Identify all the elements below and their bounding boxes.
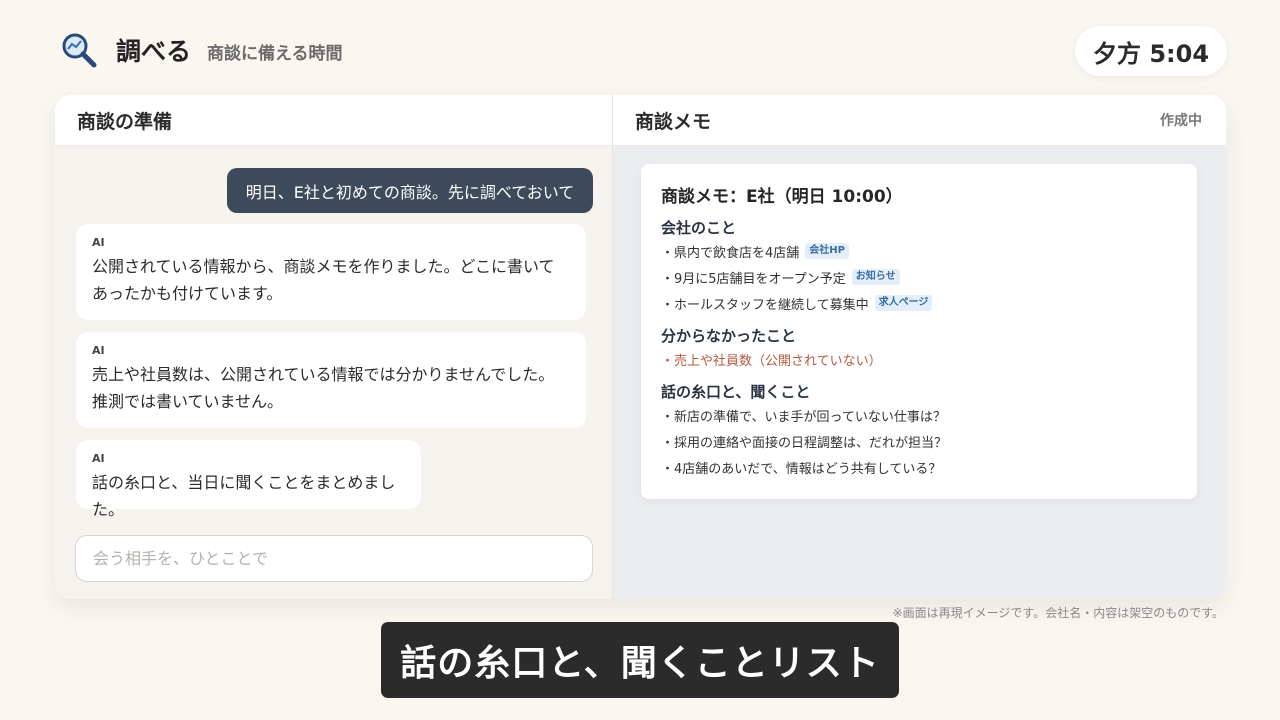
memo-item: ・9月に5店舗目をオープン予定 お知らせ — [661, 264, 1177, 290]
memo-item-text: ・県内で飲食店を4店舗 — [661, 245, 800, 261]
memo-section-heading: 分からなかったこと — [661, 326, 797, 345]
memo-section-heading: 会社のこと — [661, 218, 737, 237]
disclaimer: ※画面は再現イメージです。会社名・内容は架空のものです。 — [892, 606, 1224, 620]
memo-item: ・県内で飲食店を4店舗 会社HP — [661, 238, 1177, 264]
memo-item-text: ・9月に5店舗目をオープン予定 — [661, 271, 846, 287]
memo-status: 作成中 — [1160, 113, 1202, 129]
user-message: 明日、E社と初めての商談。先に調べておいて — [227, 168, 593, 213]
main-card: 商談の準備 明日、E社と初めての商談。先に調べておいて AI 公開されている情報… — [55, 95, 1226, 599]
chat-input[interactable] — [75, 535, 593, 582]
chat-pane-header: 商談の準備 — [55, 95, 612, 146]
ai-message-text: 売上や社員数は、公開されている情報では分かりませんでした。推測では書いていません… — [92, 365, 555, 411]
app-title: 調べる — [116, 37, 192, 66]
memo-section-heading: 話の糸口と、聞くこと — [661, 382, 811, 401]
memo-title: 商談メモ：E社（明日 10:00） — [661, 186, 903, 207]
chat-pane: 商談の準備 明日、E社と初めての商談。先に調べておいて AI 公開されている情報… — [55, 95, 613, 599]
search-chart-icon — [60, 31, 98, 69]
caption-banner: 話の糸口と、聞くことリスト — [381, 622, 899, 698]
source-link[interactable]: 求人ページ — [874, 295, 933, 311]
memo-document: 商談メモ：E社（明日 10:00） 会社のこと ・県内で飲食店を4店舗 会社HP… — [641, 164, 1197, 499]
memo-item-text: ・ホールスタッフを継続して募集中 — [661, 297, 869, 313]
app-subtitle: 商談に備える時間 — [207, 44, 343, 64]
ai-label: AI — [92, 452, 105, 465]
ai-label: AI — [92, 236, 105, 249]
memo-pane-title: 商談メモ — [635, 110, 712, 133]
clock: 夕方 5:04 — [1075, 26, 1227, 76]
chat-pane-title: 商談の準備 — [77, 110, 173, 133]
memo-item: ・4店舗のあいだで、情報はどう共有している？ — [661, 454, 1177, 480]
source-link[interactable]: 会社HP — [805, 243, 849, 259]
memo-item-text: ・新店の準備で、いま手が回っていない仕事は？ — [661, 409, 946, 425]
app-header: 調べる 商談に備える時間 — [60, 30, 343, 70]
ai-label: AI — [92, 344, 105, 357]
memo-item: ・ホールスタッフを継続して募集中 求人ページ — [661, 290, 1177, 316]
memo-item: ・売上や社員数（公開されていない） — [661, 346, 1177, 372]
memo-item-text: ・売上や社員数（公開されていない） — [661, 353, 882, 369]
ai-message: AI 話の糸口と、当日に聞くことをまとめました。 — [76, 440, 421, 519]
ai-message: AI 公開されている情報から、商談メモを作りました。どこに書いてあったかも付けて… — [76, 224, 586, 320]
ai-message-text: 公開されている情報から、商談メモを作りました。どこに書いてあったかも付けています… — [92, 257, 555, 303]
memo-item: ・採用の連絡や面接の日程調整は、だれが担当？ — [661, 428, 1177, 454]
memo-item-text: ・4店舗のあいだで、情報はどう共有している？ — [661, 461, 942, 477]
source-link[interactable]: お知らせ — [851, 269, 900, 285]
memo-item: ・新店の準備で、いま手が回っていない仕事は？ — [661, 402, 1177, 428]
ai-message-text: 話の糸口と、当日に聞くことをまとめました。 — [92, 473, 396, 519]
memo-pane: 商談メモ 作成中 商談メモ：E社（明日 10:00） 会社のこと ・県内で飲食店… — [613, 95, 1226, 599]
memo-item-text: ・採用の連絡や面接の日程調整は、だれが担当？ — [661, 435, 948, 451]
ai-message: AI 売上や社員数は、公開されている情報では分かりませんでした。推測では書いてい… — [76, 332, 586, 428]
memo-pane-header: 商談メモ 作成中 — [613, 95, 1226, 146]
